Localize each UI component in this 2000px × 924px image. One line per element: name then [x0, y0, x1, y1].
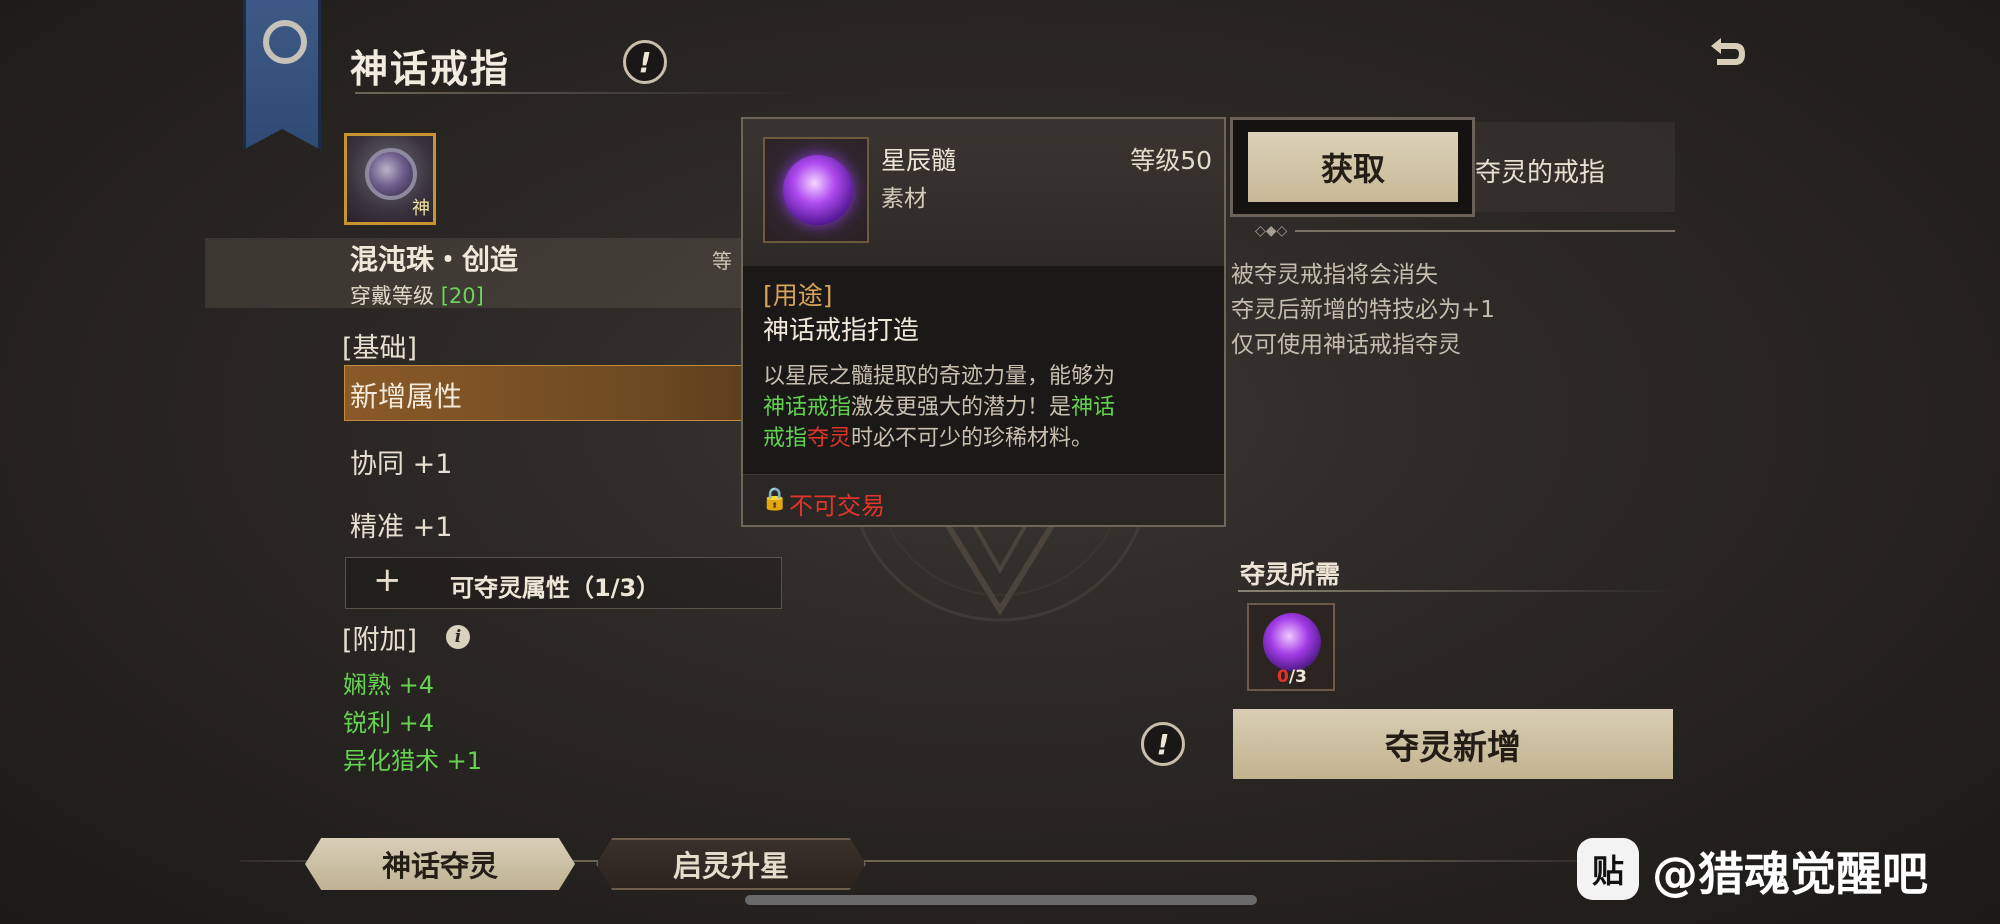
new-attribute-label: 新增属性 [350, 380, 463, 413]
help-icon[interactable]: ! [623, 40, 667, 84]
stat-precision: 精准 +1 [350, 512, 453, 543]
item-name: 混沌珠・创造 [350, 243, 519, 276]
note-line: 夺灵后新增的特技必为+1 [1231, 297, 1495, 323]
tooltip-header: 星辰髓 素材 等级50 [743, 119, 1224, 266]
ornament-divider: ◇◆◇ [1255, 224, 1675, 238]
home-indicator [745, 895, 1257, 905]
tooltip-use: 神话戒指打造 [763, 316, 920, 346]
mythic-tag: 神 [412, 198, 430, 219]
note-line: 被夺灵戒指将会消失 [1231, 262, 1438, 288]
ring-item-icon[interactable]: 神 [344, 133, 436, 225]
star-marrow-icon [1263, 613, 1321, 671]
ring-select-text: 夺灵的戒指 [1475, 158, 1606, 188]
untradable-label: 不可交易 [789, 492, 885, 520]
tooltip-item-name: 星辰髓 [881, 146, 957, 175]
item-level-partial: 等 [712, 249, 732, 273]
tooltip-use-header: [用途] [763, 281, 833, 310]
diamond-ornament-icon: ◇◆◇ [1255, 223, 1288, 239]
extra-header: [附加] [342, 625, 418, 656]
tooltip-item-level: 等级50 [1130, 146, 1212, 175]
requirement-divider [1238, 590, 1675, 592]
material-count: 0/3 [1277, 667, 1307, 687]
tooltip-item-type: 素材 [881, 186, 927, 212]
tooltip-body: [用途] 神话戒指打造 以星辰之髓提取的奇迹力量，能够为 神话戒指激发更强大的潜… [743, 266, 1224, 476]
info-icon[interactable]: i [446, 625, 470, 649]
requirement-label: 夺灵所需 [1240, 560, 1341, 589]
title-divider [355, 92, 805, 94]
wear-level: 穿戴等级 [20] [350, 280, 484, 310]
wear-level-label: 穿戴等级 [350, 284, 434, 308]
tab-mythic-steal[interactable]: 神话夺灵 [305, 838, 575, 890]
ring-gem-icon [365, 148, 417, 200]
tieba-logo-icon: 贴 [1577, 838, 1639, 900]
star-marrow-icon [783, 155, 853, 225]
stat-synergy: 协同 +1 [350, 449, 453, 480]
material-slot[interactable]: 0/3 [1247, 603, 1335, 691]
stealable-attribute-label: 可夺灵属性（1/3） [450, 574, 661, 602]
ring-emblem-icon [263, 20, 307, 64]
guild-banner [243, 0, 321, 150]
item-tooltip: 星辰髓 素材 等级50 [用途] 神话戒指打造 以星辰之髓提取的奇迹力量，能够为… [741, 117, 1226, 527]
extra-stat: 娴熟 +4 [343, 671, 435, 699]
warning-icon[interactable]: ! [1141, 722, 1185, 766]
extra-stat: 异化猎术 +1 [343, 747, 483, 775]
steal-add-button[interactable]: 夺灵新增 [1233, 709, 1673, 779]
tooltip-item-icon [763, 137, 869, 243]
wear-level-value: [20] [440, 284, 484, 308]
basic-header: [基础] [342, 333, 418, 364]
obtain-button[interactable]: 获取 [1248, 132, 1458, 202]
tab-awaken-star[interactable]: 启灵升星 [596, 838, 866, 890]
page-title: 神话戒指 [350, 46, 511, 91]
tooltip-description: 以星辰之髓提取的奇迹力量，能够为 神话戒指激发更强大的潜力！是神话 戒指夺灵时必… [763, 364, 1116, 451]
note-line: 仅可使用神话戒指夺灵 [1231, 332, 1461, 358]
lock-icon: 🔒 [761, 487, 789, 512]
back-arrow-icon[interactable] [1705, 34, 1749, 74]
tooltip-footer: 🔒 不可交易 [743, 474, 1224, 525]
extra-stat: 锐利 +4 [343, 709, 435, 737]
plus-icon: + [373, 560, 402, 600]
watermark-text: @猎魂觉醒吧 [1652, 847, 1928, 901]
